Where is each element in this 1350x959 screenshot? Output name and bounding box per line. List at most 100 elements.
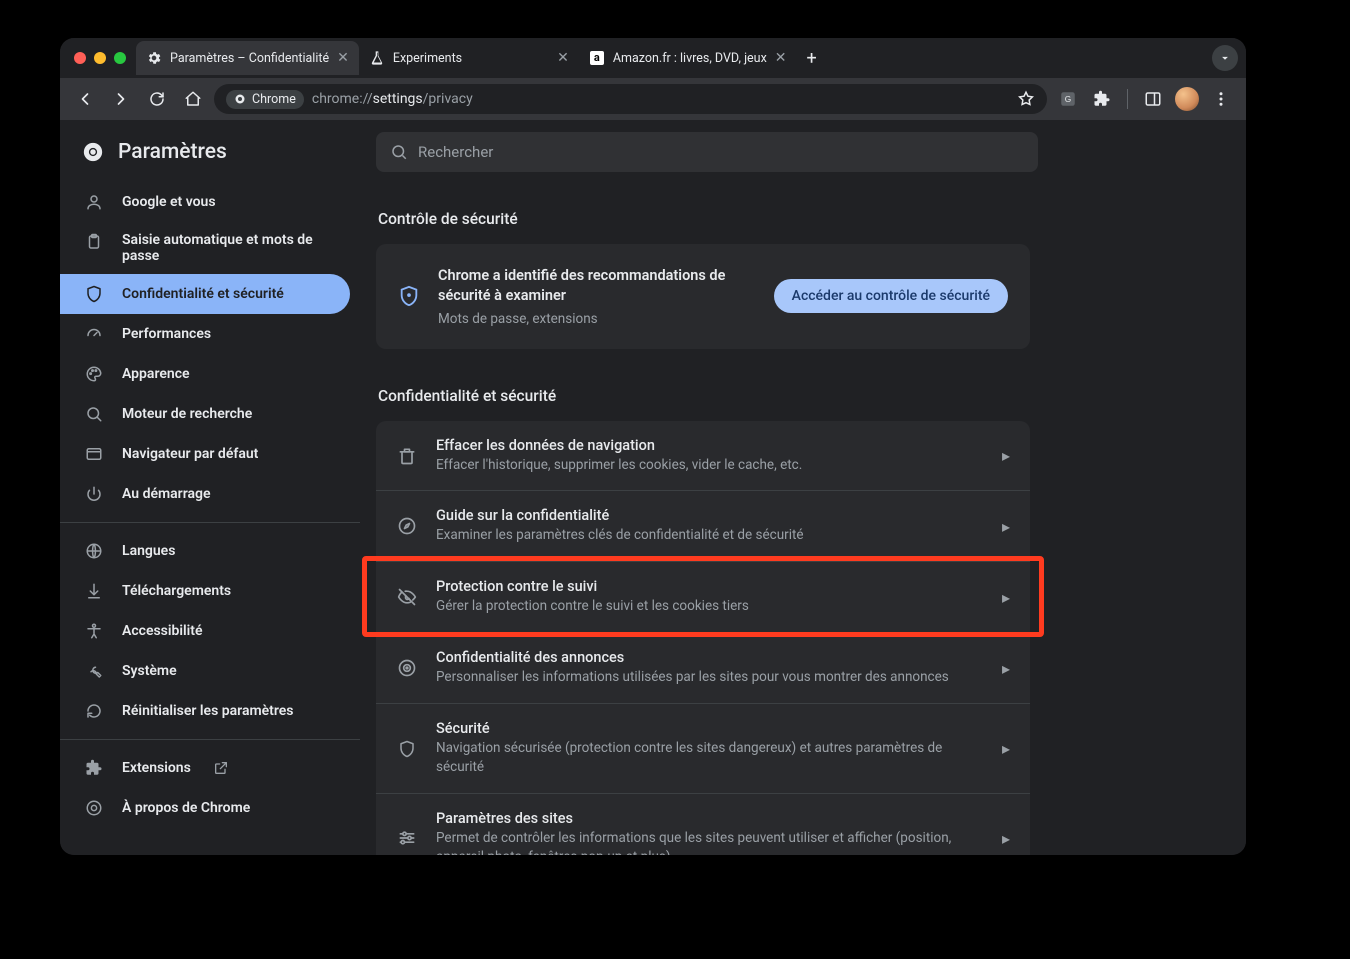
tab-settings[interactable]: Paramètres – Confidentialité ✕	[136, 41, 359, 75]
sidebar-item-clipboard[interactable]: Saisie automatique et mots de passe	[60, 222, 350, 274]
sidebar-item-globe[interactable]: Langues	[60, 531, 350, 571]
sidebar-item-browser[interactable]: Navigateur par défaut	[60, 434, 350, 474]
translate-icon[interactable]: G	[1053, 84, 1083, 114]
sidebar-item-label: Au démarrage	[122, 486, 211, 502]
fullscreen-window-button[interactable]	[114, 52, 126, 64]
bookmark-star-icon[interactable]	[1017, 90, 1035, 108]
sidebar-item-label: À propos de Chrome	[122, 800, 250, 816]
nav-separator	[60, 522, 360, 523]
forward-button[interactable]	[106, 84, 136, 114]
sidebar-item-reset[interactable]: Réinitialiser les paramètres	[60, 691, 350, 731]
gear-icon	[146, 50, 162, 66]
flask-icon	[369, 50, 385, 66]
row-subtitle: Effacer l'historique, supprimer les cook…	[436, 456, 984, 475]
row-subtitle: Personnaliser les informations utilisées…	[436, 668, 984, 687]
url-text: chrome://settings/privacy	[312, 91, 473, 107]
row-subtitle: Examiner les paramètres clés de confiden…	[436, 526, 984, 545]
safety-check-button[interactable]: Accéder au contrôle de sécurité	[774, 279, 1008, 313]
nav-section-3: Extensions À propos de Chrome	[60, 748, 360, 828]
close-window-button[interactable]	[74, 52, 86, 64]
divider	[1127, 89, 1128, 109]
search-placeholder: Rechercher	[418, 143, 493, 161]
settings-row-ads[interactable]: Confidentialité des annonces Personnalise…	[376, 632, 1030, 703]
tab-amazon[interactable]: a Amazon.fr : livres, DVD, jeux ✕	[579, 41, 797, 75]
chevron-right-icon: ▸	[1002, 829, 1010, 848]
row-subtitle: Permet de contrôler les informations que…	[436, 829, 984, 855]
sidebar-item-speed[interactable]: Performances	[60, 314, 350, 354]
profile-avatar[interactable]	[1172, 84, 1202, 114]
shield-icon	[396, 738, 418, 760]
browser-icon	[84, 444, 104, 464]
sidebar: Paramètres Google et vous Saisie automati…	[60, 120, 360, 855]
sidebar-item-label: Navigateur par défaut	[122, 446, 258, 462]
address-bar[interactable]: Chrome chrome://settings/privacy	[214, 84, 1047, 114]
search-icon	[84, 404, 104, 424]
reload-button[interactable]	[142, 84, 172, 114]
sidebar-item-label: Accessibilité	[122, 623, 203, 639]
chevron-right-icon: ▸	[1002, 739, 1010, 758]
trash-icon	[396, 445, 418, 467]
url-chip: Chrome	[226, 90, 304, 109]
download-icon	[84, 581, 104, 601]
main: Rechercher Contrôle de sécurité Chrome a…	[360, 120, 1246, 855]
side-panel-icon[interactable]	[1138, 84, 1168, 114]
search-icon	[390, 143, 408, 161]
content: Paramètres Google et vous Saisie automati…	[60, 120, 1246, 855]
sidebar-item-search[interactable]: Moteur de recherche	[60, 394, 350, 434]
row-title: Paramètres des sites	[436, 810, 984, 827]
settings-search[interactable]: Rechercher	[376, 132, 1038, 172]
section-safety-title: Contrôle de sécurité	[378, 210, 1106, 228]
settings-row-shield[interactable]: SécuritéNavigation sécurisée (protection…	[376, 703, 1030, 793]
minimize-window-button[interactable]	[94, 52, 106, 64]
speed-icon	[84, 324, 104, 344]
close-tab-button[interactable]: ✕	[337, 50, 349, 66]
back-button[interactable]	[70, 84, 100, 114]
sidebar-item-download[interactable]: Téléchargements	[60, 571, 350, 611]
puzzle-icon	[84, 758, 104, 778]
settings-row-trash[interactable]: Effacer les données de navigation Effacer…	[376, 421, 1030, 491]
settings-row-tune[interactable]: Paramètres des sites Permet de contrôler …	[376, 793, 1030, 855]
chevron-right-icon: ▸	[1002, 588, 1010, 607]
chrome-logo-icon	[82, 141, 104, 163]
globe-icon	[84, 541, 104, 561]
close-tab-button[interactable]: ✕	[775, 50, 787, 66]
row-title: Effacer les données de navigation	[436, 437, 984, 454]
reset-icon	[84, 701, 104, 721]
sidebar-item-label: Performances	[122, 326, 211, 342]
sidebar-item-label: Saisie automatique et mots de passe	[122, 232, 328, 264]
window-menu-button[interactable]	[1212, 45, 1238, 71]
sidebar-item-shield[interactable]: Confidentialité et sécurité	[60, 274, 350, 314]
nav-separator	[60, 739, 360, 740]
sidebar-item-a11y[interactable]: Accessibilité	[60, 611, 350, 651]
row-title: Confidentialité des annonces	[436, 649, 984, 666]
nav-section-1: Google et vous Saisie automatique et mots…	[60, 182, 360, 514]
chevron-right-icon: ▸	[1002, 446, 1010, 465]
new-tab-button[interactable]: +	[797, 48, 827, 69]
clipboard-icon	[84, 232, 104, 252]
power-icon	[84, 484, 104, 504]
tab-title: Paramètres – Confidentialité	[170, 51, 329, 66]
sidebar-item-power[interactable]: Au démarrage	[60, 474, 350, 514]
menu-button[interactable]	[1206, 84, 1236, 114]
brand-title: Paramètres	[118, 140, 227, 164]
sidebar-item-chrome[interactable]: À propos de Chrome	[60, 788, 350, 828]
sidebar-item-label: Langues	[122, 543, 175, 559]
sidebar-item-person[interactable]: Google et vous	[60, 182, 350, 222]
extensions-icon[interactable]	[1087, 84, 1117, 114]
home-button[interactable]	[178, 84, 208, 114]
sidebar-item-palette[interactable]: Apparence	[60, 354, 350, 394]
sidebar-item-label: Réinitialiser les paramètres	[122, 703, 294, 719]
sidebar-item-wrench[interactable]: Système	[60, 651, 350, 691]
compass-icon	[396, 515, 418, 537]
shield-icon	[84, 284, 104, 304]
tab-experiments[interactable]: Experiments ✕	[359, 41, 579, 75]
privacy-card: Effacer les données de navigation Effacer…	[376, 421, 1030, 855]
eye-off-icon	[396, 586, 418, 608]
toolbar: Chrome chrome://settings/privacy G	[60, 78, 1246, 120]
settings-row-compass[interactable]: Guide sur la confidentialitéExaminer les…	[376, 490, 1030, 561]
sidebar-item-label: Système	[122, 663, 177, 679]
settings-row-eye-off[interactable]: Protection contre le suiviGérer la prote…	[376, 561, 1030, 632]
close-tab-button[interactable]: ✕	[557, 50, 569, 66]
amazon-icon: a	[589, 50, 605, 66]
sidebar-item-puzzle[interactable]: Extensions	[60, 748, 350, 788]
